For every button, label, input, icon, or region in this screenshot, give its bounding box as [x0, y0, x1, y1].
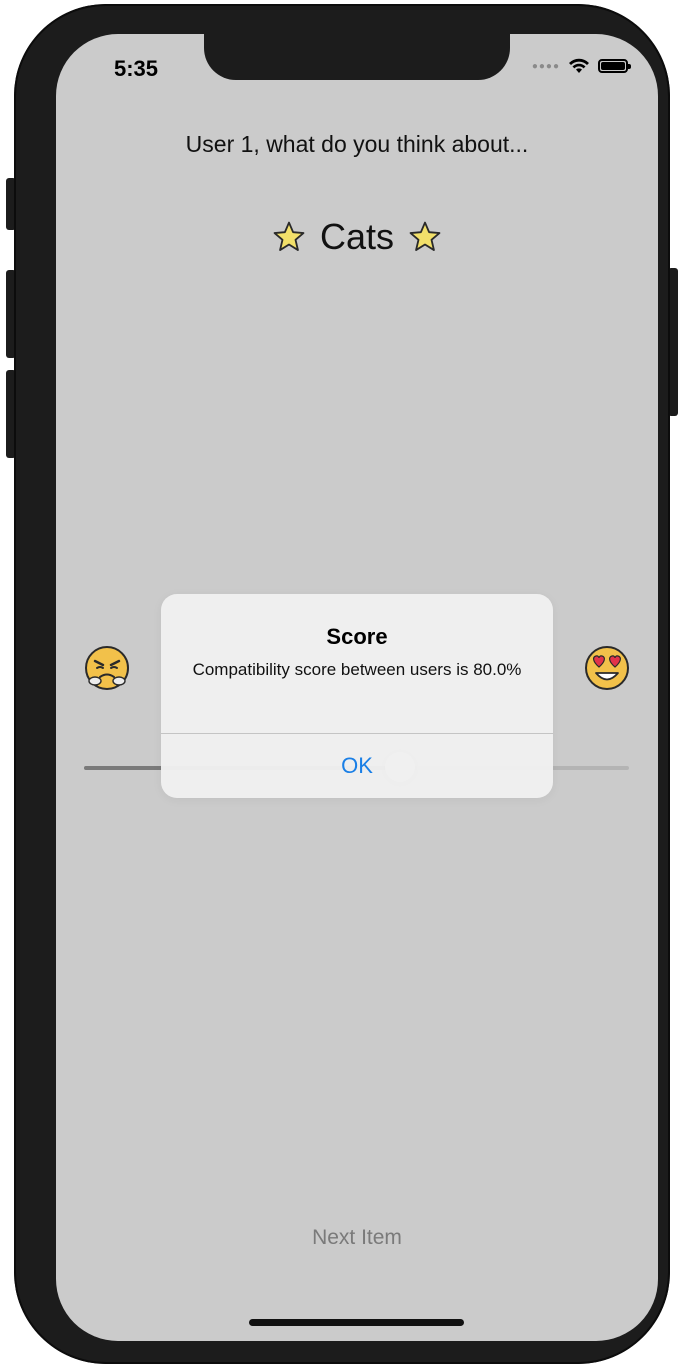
cellular-signal-icon: ●●●●	[531, 60, 560, 72]
notch	[204, 34, 510, 80]
star-icon	[273, 221, 305, 251]
status-time: 5:35	[114, 56, 159, 81]
item-name: Cats	[319, 216, 395, 257]
device-frame: 5:35 ●●●● User 1, what do you think abou…	[14, 4, 670, 1364]
ok-button[interactable]: OK	[161, 734, 553, 798]
angry-face-icon	[85, 646, 129, 690]
alert-message: Compatibility score between users is 80.…	[192, 660, 522, 679]
battery-icon	[598, 59, 631, 73]
star-icon	[409, 221, 441, 251]
item-title: Cats	[56, 216, 658, 258]
status-icons: ●●●●	[531, 58, 631, 74]
heart-eyes-face-icon	[585, 646, 629, 690]
question-prompt: User 1, what do you think about...	[185, 131, 529, 157]
wifi-icon	[569, 58, 589, 73]
next-item-button[interactable]: Next Item	[56, 1226, 658, 1250]
app-screen: 5:35 ●●●● User 1, what do you think abou…	[56, 34, 658, 1341]
home-indicator[interactable]	[249, 1319, 464, 1326]
score-alert: Score Compatibility score between users …	[161, 594, 553, 798]
alert-title: Score	[326, 624, 388, 649]
